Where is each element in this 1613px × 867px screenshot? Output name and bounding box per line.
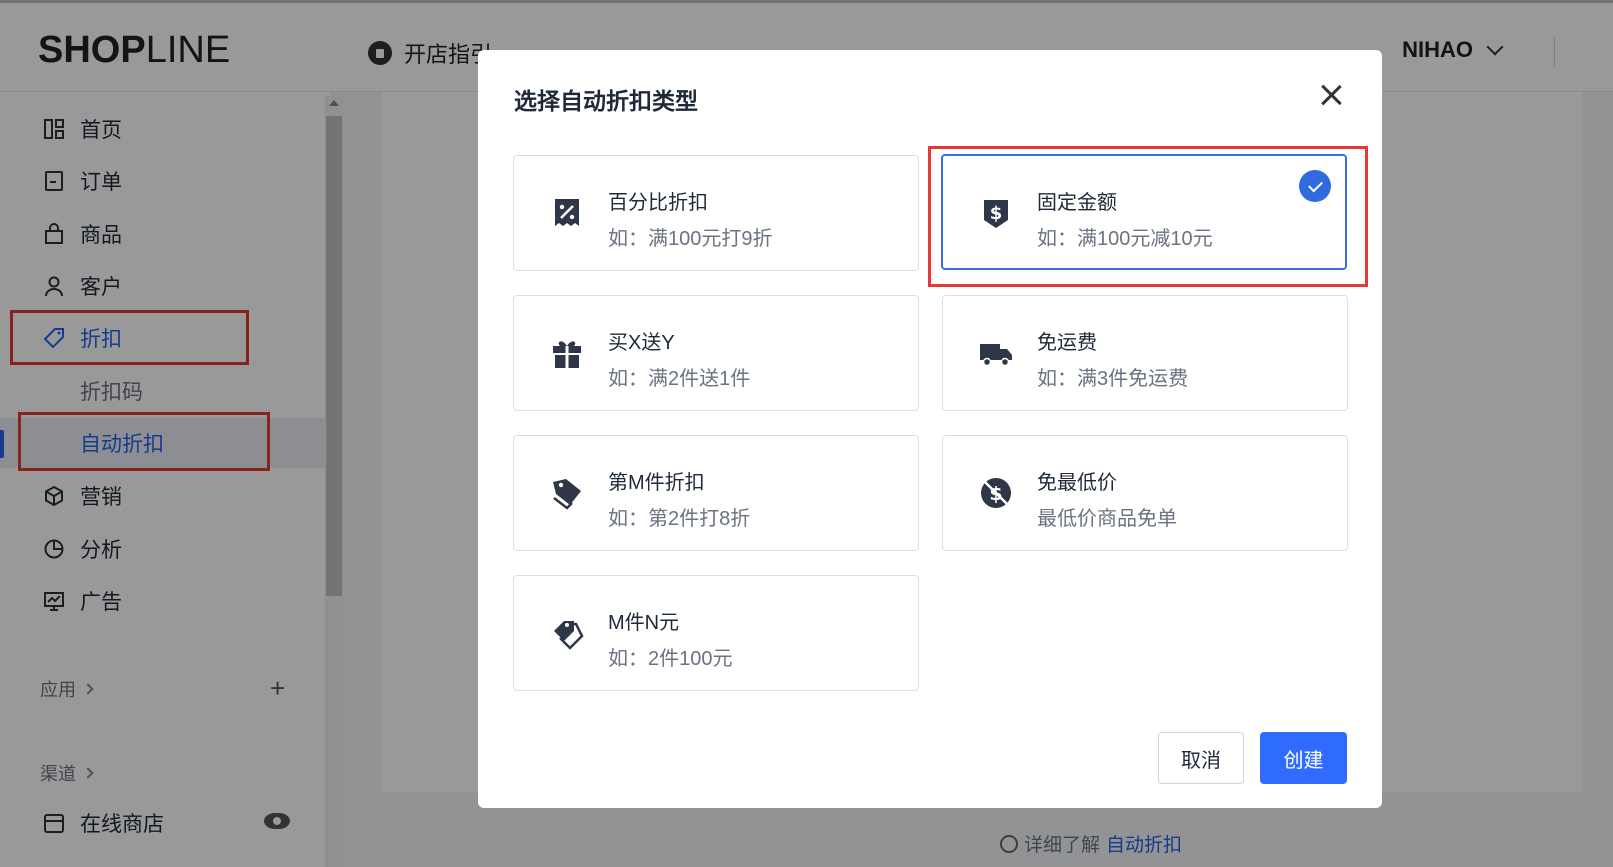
option-desc: 如：第2件打8折 <box>608 508 751 530</box>
percent-receipt-icon <box>555 199 579 226</box>
option-desc: 如：2件100元 <box>608 648 733 670</box>
option-percentage-discount[interactable]: 百分比折扣 如：满100元打9折 <box>513 155 919 271</box>
truck-icon <box>980 344 1012 367</box>
dollar-off-icon: $ <box>981 478 1011 508</box>
create-button[interactable]: 创建 <box>1260 732 1347 784</box>
option-mth-item-discount[interactable]: 第M件折扣 如：第2件打8折 <box>513 435 919 551</box>
tag-stack-icon <box>553 479 581 510</box>
highlight-fixed-amount <box>928 146 1368 287</box>
close-icon[interactable] <box>1316 80 1346 110</box>
option-desc: 如：满100元打9折 <box>608 228 773 250</box>
option-title: M件N元 <box>608 612 680 634</box>
option-title: 免最低价 <box>1037 472 1117 494</box>
tags-icon <box>554 621 584 650</box>
option-title: 百分比折扣 <box>608 192 708 214</box>
option-title: 免运费 <box>1037 332 1097 354</box>
option-m-items-n-price[interactable]: M件N元 如：2件100元 <box>513 575 919 691</box>
option-desc: 最低价商品免单 <box>1037 508 1177 530</box>
option-title: 买X送Y <box>608 332 675 354</box>
cancel-button[interactable]: 取消 <box>1158 732 1244 784</box>
option-desc: 如：满2件送1件 <box>608 368 751 390</box>
option-free-lowest-price[interactable]: $ 免最低价 最低价商品免单 <box>942 435 1348 551</box>
option-desc: 如：满3件免运费 <box>1037 368 1189 390</box>
option-title: 第M件折扣 <box>608 472 705 494</box>
option-buy-x-get-y[interactable]: 买X送Y 如：满2件送1件 <box>513 295 919 411</box>
modal-title: 选择自动折扣类型 <box>514 88 698 114</box>
gift-icon <box>553 341 581 368</box>
option-free-shipping[interactable]: 免运费 如：满3件免运费 <box>942 295 1348 411</box>
